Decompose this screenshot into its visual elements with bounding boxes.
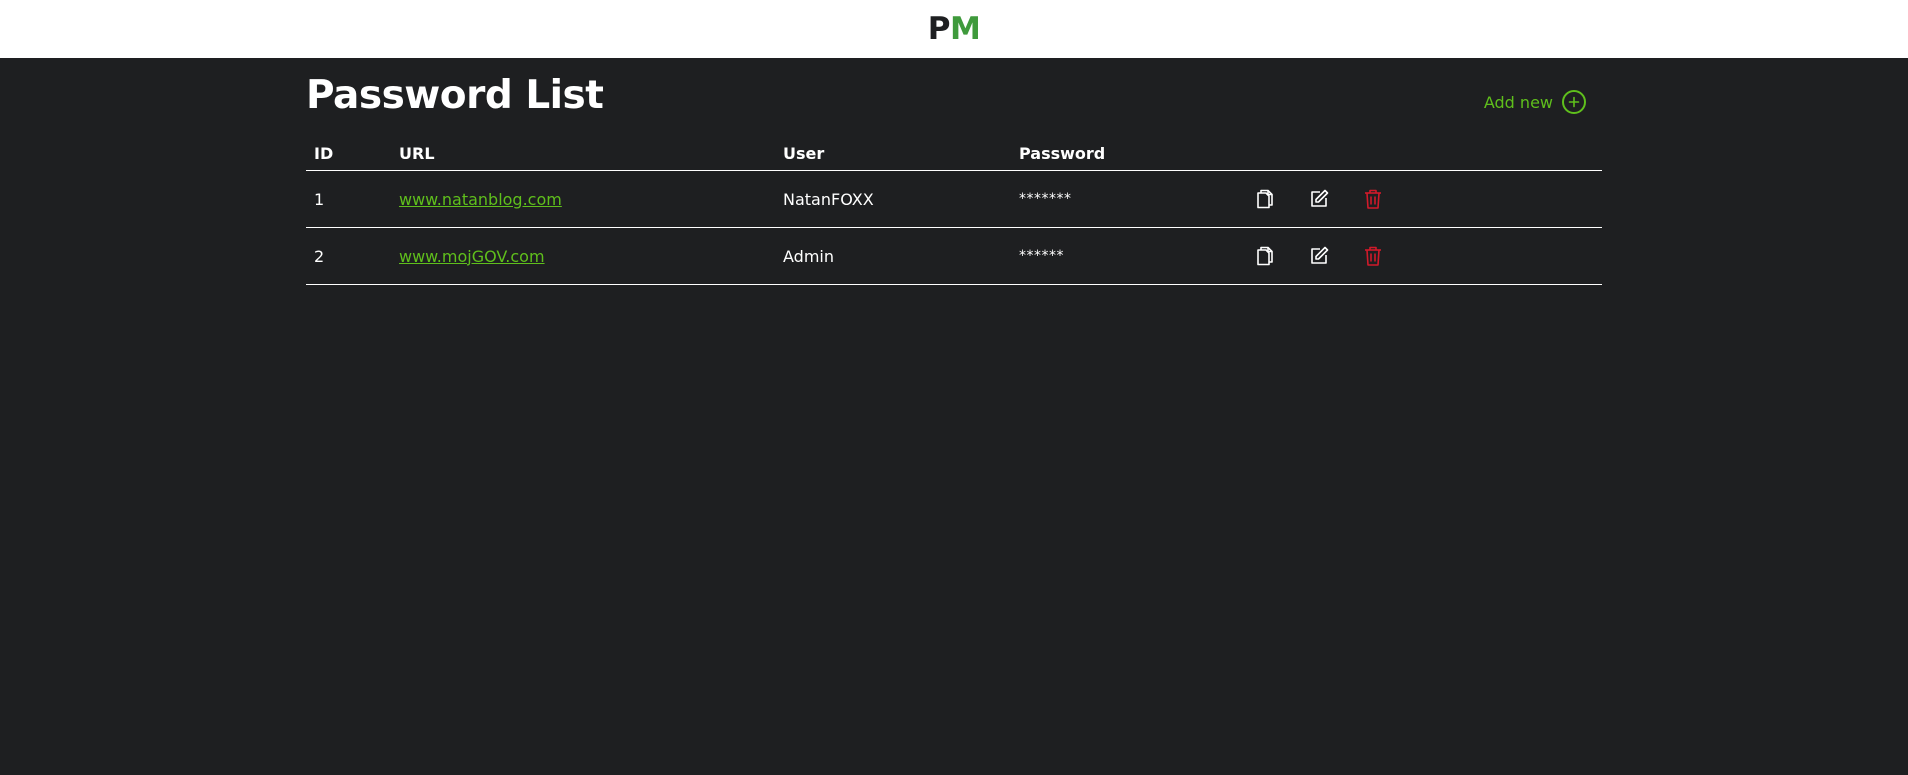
- cell-user: Admin: [775, 227, 1011, 285]
- table-row: 1 www.natanblog.com NatanFOXX *******: [306, 170, 1602, 228]
- trash-icon[interactable]: [1360, 186, 1386, 212]
- url-link[interactable]: www.natanblog.com: [399, 190, 562, 209]
- plus-circle-icon: [1562, 90, 1586, 114]
- edit-icon[interactable]: [1306, 243, 1332, 269]
- app-logo[interactable]: PM: [927, 10, 981, 47]
- add-new-label: Add new: [1483, 92, 1553, 112]
- copy-icon[interactable]: [1252, 186, 1278, 212]
- logo-letter-p: P: [927, 10, 951, 47]
- cell-actions: [1238, 170, 1602, 228]
- cell-password: *******: [1011, 170, 1238, 228]
- header-url: URL: [391, 136, 775, 171]
- top-bar: PM: [0, 0, 1908, 58]
- logo-letter-m: M: [949, 10, 981, 47]
- add-new-button[interactable]: Add new: [1484, 90, 1586, 114]
- cell-password: ******: [1011, 227, 1238, 285]
- table-row: 2 www.mojGOV.com Admin ******: [306, 227, 1602, 285]
- trash-icon[interactable]: [1360, 243, 1386, 269]
- url-link[interactable]: www.mojGOV.com: [399, 247, 545, 266]
- password-table: ID URL User Password 1 www.natanblog.com…: [306, 136, 1602, 285]
- cell-id: 1: [306, 170, 391, 228]
- header-actions: [1238, 136, 1602, 171]
- page-title: Password List: [306, 73, 604, 118]
- cell-user: NatanFOXX: [775, 170, 1011, 228]
- cell-url: www.natanblog.com: [391, 170, 775, 228]
- header-password: Password: [1011, 136, 1238, 171]
- copy-icon[interactable]: [1252, 243, 1278, 269]
- header-user: User: [775, 136, 1011, 171]
- edit-icon[interactable]: [1306, 186, 1332, 212]
- table-header-row: ID URL User Password: [306, 136, 1602, 171]
- cell-id: 2: [306, 227, 391, 285]
- header-id: ID: [306, 136, 391, 171]
- cell-url: www.mojGOV.com: [391, 227, 775, 285]
- cell-actions: [1238, 227, 1602, 285]
